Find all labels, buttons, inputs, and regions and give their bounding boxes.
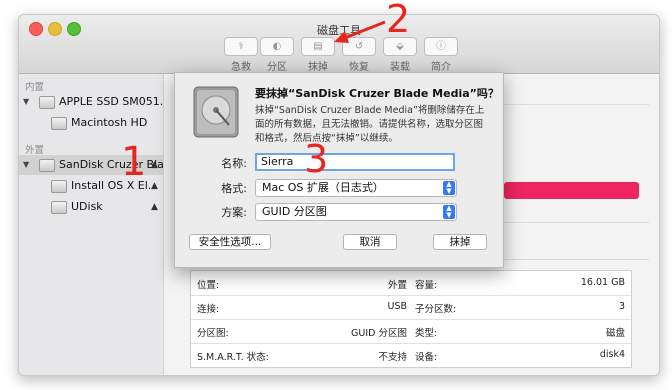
annotation-number-1: 1 bbox=[121, 139, 147, 185]
annotation-number-2: 2 bbox=[386, 0, 411, 41]
annotation-arrow bbox=[334, 20, 386, 43]
annotation-number-3: 3 bbox=[304, 137, 329, 181]
